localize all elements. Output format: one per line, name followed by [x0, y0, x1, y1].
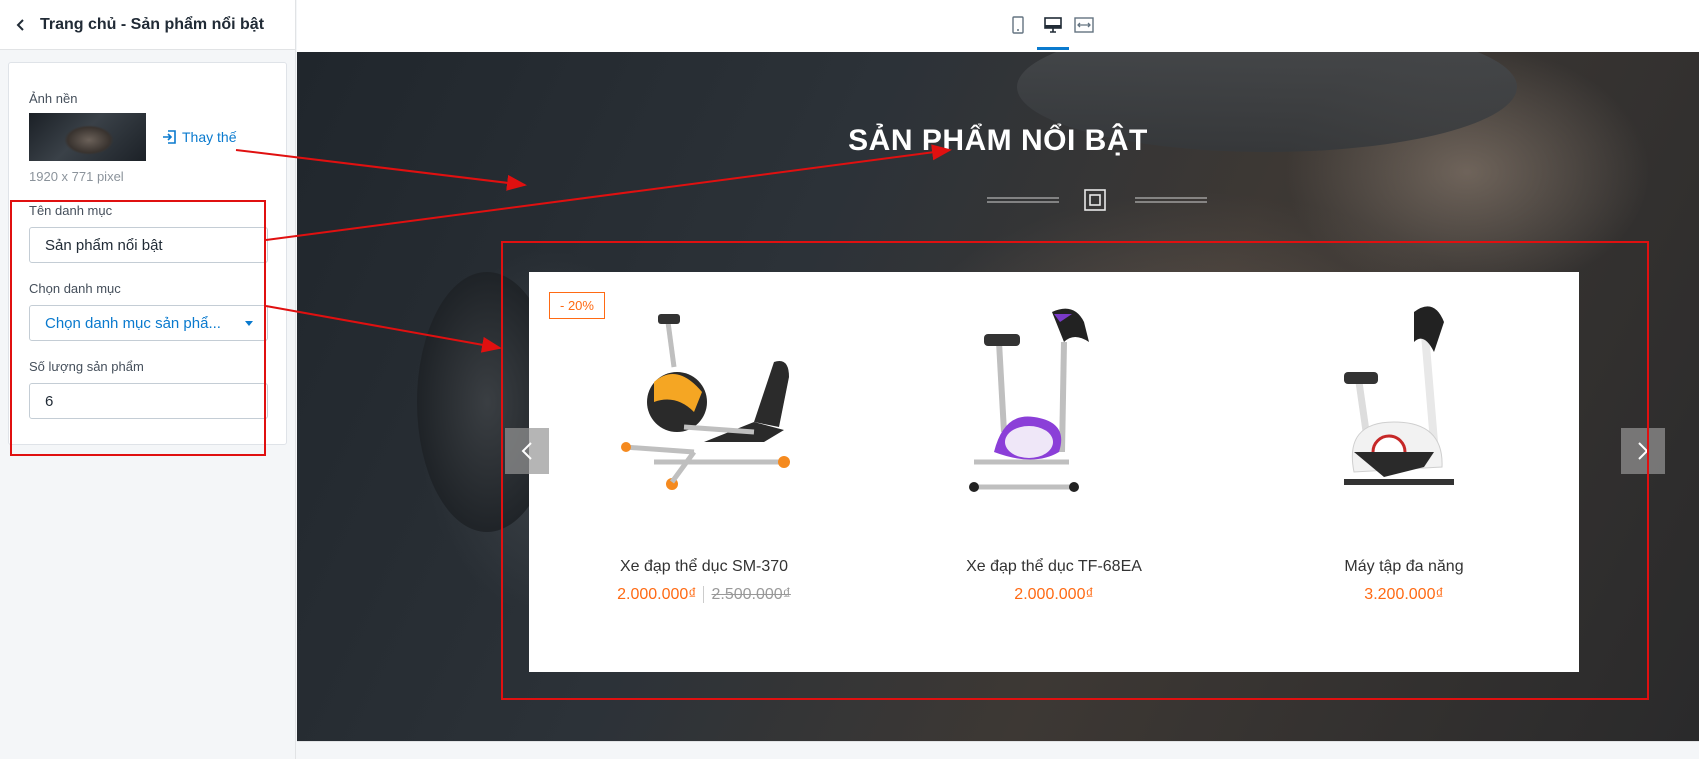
desktop-icon[interactable] — [1042, 14, 1064, 36]
fullwidth-icon[interactable] — [1073, 14, 1095, 36]
sidebar-title: Trang chủ - Sản phẩm nổi bật — [40, 15, 265, 33]
mobile-icon[interactable] — [1007, 14, 1029, 36]
replace-label: Thay thế — [182, 129, 237, 145]
annotation-box-settings — [10, 200, 266, 456]
section-title: SẢN PHẨM NỔI BẬT — [848, 124, 1148, 157]
sidebar-header: Trang chủ - Sản phẩm nổi bật — [0, 0, 295, 50]
replace-image-button[interactable]: Thay thế — [162, 129, 236, 145]
annotation-box-products — [501, 241, 1649, 700]
background-thumbnail[interactable] — [29, 113, 146, 161]
back-arrow-icon[interactable] — [10, 14, 32, 36]
device-toolbar — [297, 0, 1699, 52]
replace-icon — [163, 130, 176, 144]
image-dimensions: 1920 x 771 pixel — [29, 169, 124, 184]
background-image-label: Ảnh nền — [29, 91, 78, 106]
title-divider-icon — [987, 189, 1207, 211]
active-device-indicator — [1037, 47, 1069, 50]
